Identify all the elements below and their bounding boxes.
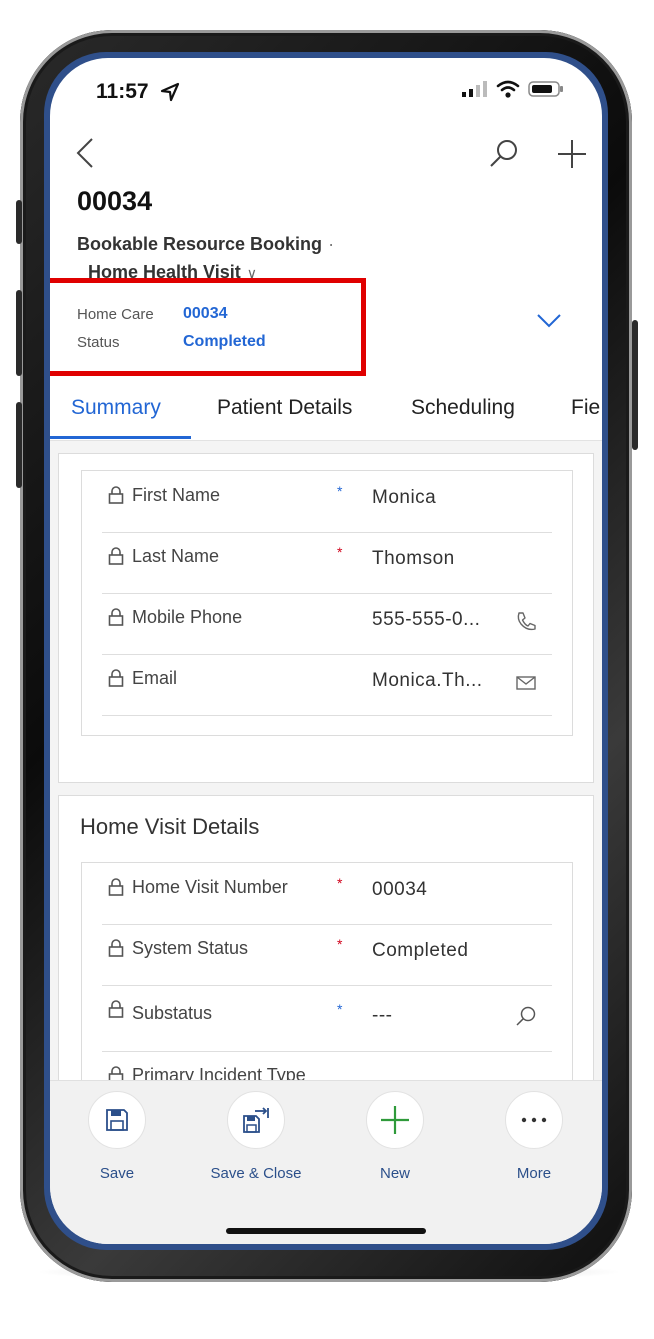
record-title: 00034 (77, 186, 153, 216)
tab-patient-details[interactable]: Patient Details (217, 396, 352, 420)
email-icon[interactable] (515, 672, 537, 694)
ellipsis-icon (521, 1117, 547, 1123)
required-marker: * (337, 544, 343, 560)
form-content: First Name * Monica Last Name * Thomson … (50, 441, 602, 1113)
save-button-circle[interactable] (88, 1091, 146, 1149)
save-close-button-circle[interactable] (227, 1091, 285, 1149)
side-button-volume-down (16, 402, 22, 488)
tab-fields[interactable]: Fie (571, 396, 600, 420)
required-marker: * (337, 936, 343, 952)
lock-icon (108, 547, 124, 565)
save-button[interactable]: Save (57, 1091, 177, 1182)
patient-card: First Name * Monica Last Name * Thomson … (58, 453, 594, 783)
field-email[interactable]: Email Monica.Th... (102, 654, 552, 716)
tab-bar: Summary Patient Details Scheduling Fie (50, 390, 602, 441)
back-chevron-icon[interactable] (74, 136, 96, 170)
search-icon[interactable] (488, 138, 520, 170)
new-button-circle[interactable] (366, 1091, 424, 1149)
lock-icon (108, 939, 124, 957)
save-label: Save (99, 1165, 135, 1182)
entity-name: Bookable Resource Booking · (77, 234, 334, 255)
required-marker: * (337, 1001, 343, 1017)
home-indicator[interactable] (226, 1228, 426, 1234)
field-first-name[interactable]: First Name * Monica (102, 471, 552, 533)
field-mobile-phone[interactable]: Mobile Phone 555-555-0... (102, 593, 552, 655)
app-screen: 11:57 00034 Bookable Resource Booking · … (50, 58, 602, 1244)
new-button[interactable]: New (335, 1091, 455, 1182)
field-system-status[interactable]: System Status * Completed (102, 924, 552, 986)
field-label: System Status (132, 938, 249, 958)
wifi-icon (496, 80, 520, 98)
save-close-button[interactable]: Save & Close (196, 1091, 316, 1182)
new-label: New (379, 1165, 410, 1182)
save-close-icon (243, 1107, 269, 1133)
search-icon[interactable] (515, 1005, 537, 1027)
field-value[interactable]: Monica.Th... (372, 670, 483, 692)
field-label: Substatus (132, 1003, 213, 1023)
field-value[interactable]: Completed (372, 940, 468, 962)
field-value[interactable]: --- (372, 1005, 392, 1027)
field-value[interactable]: 00034 (372, 879, 427, 901)
command-bar: Save Save & Close New More (50, 1080, 602, 1244)
field-value[interactable]: Monica (372, 487, 436, 509)
save-close-label: Save & Close (210, 1165, 302, 1182)
cellular-signal-icon (462, 81, 487, 97)
side-button-silent (16, 200, 22, 244)
battery-icon (528, 81, 563, 97)
home-visit-card: Home Visit Details Home Visit Number * 0… (58, 795, 594, 1113)
field-label: First Name (132, 485, 221, 505)
more-button-circle[interactable] (505, 1091, 563, 1149)
section-title: Home Visit Details (80, 814, 260, 839)
field-substatus[interactable]: Substatus * --- (102, 985, 552, 1052)
required-marker: * (337, 483, 343, 499)
field-label: Mobile Phone (132, 607, 243, 627)
field-value[interactable]: Thomson (372, 548, 455, 570)
highlight-box (50, 278, 366, 376)
lock-icon (108, 1000, 124, 1018)
required-marker: * (337, 875, 343, 891)
location-arrow-icon (160, 82, 180, 102)
entity-label: Bookable Resource Booking (77, 234, 323, 254)
tab-summary[interactable]: Summary (71, 396, 161, 420)
status-time: 11:57 (96, 80, 149, 103)
expand-header-chevron-icon[interactable] (536, 312, 562, 330)
lock-icon (108, 878, 124, 896)
more-button[interactable]: More (474, 1091, 594, 1182)
lock-icon (108, 486, 124, 504)
field-value[interactable]: 555-555-0... (372, 609, 480, 631)
plus-icon (381, 1106, 409, 1134)
lock-icon (108, 669, 124, 687)
field-home-visit-number[interactable]: Home Visit Number * 00034 (102, 863, 552, 925)
field-last-name[interactable]: Last Name * Thomson (102, 532, 552, 594)
visit-fields-group: Home Visit Number * 00034 System Status … (81, 862, 573, 1113)
separator: · (328, 234, 335, 254)
tab-scheduling[interactable]: Scheduling (411, 396, 515, 420)
field-label: Last Name (132, 546, 220, 566)
active-tab-indicator (50, 436, 191, 439)
more-label: More (516, 1165, 552, 1182)
phone-icon[interactable] (515, 611, 537, 633)
side-button-volume-up (16, 290, 22, 376)
side-button-power (632, 320, 638, 450)
add-icon[interactable] (556, 138, 588, 170)
field-label: Email (132, 668, 178, 688)
lock-icon (108, 608, 124, 626)
patient-fields-group: First Name * Monica Last Name * Thomson … (81, 470, 573, 736)
field-label: Home Visit Number (132, 877, 288, 897)
save-icon (106, 1109, 128, 1131)
status-icons (462, 80, 564, 98)
